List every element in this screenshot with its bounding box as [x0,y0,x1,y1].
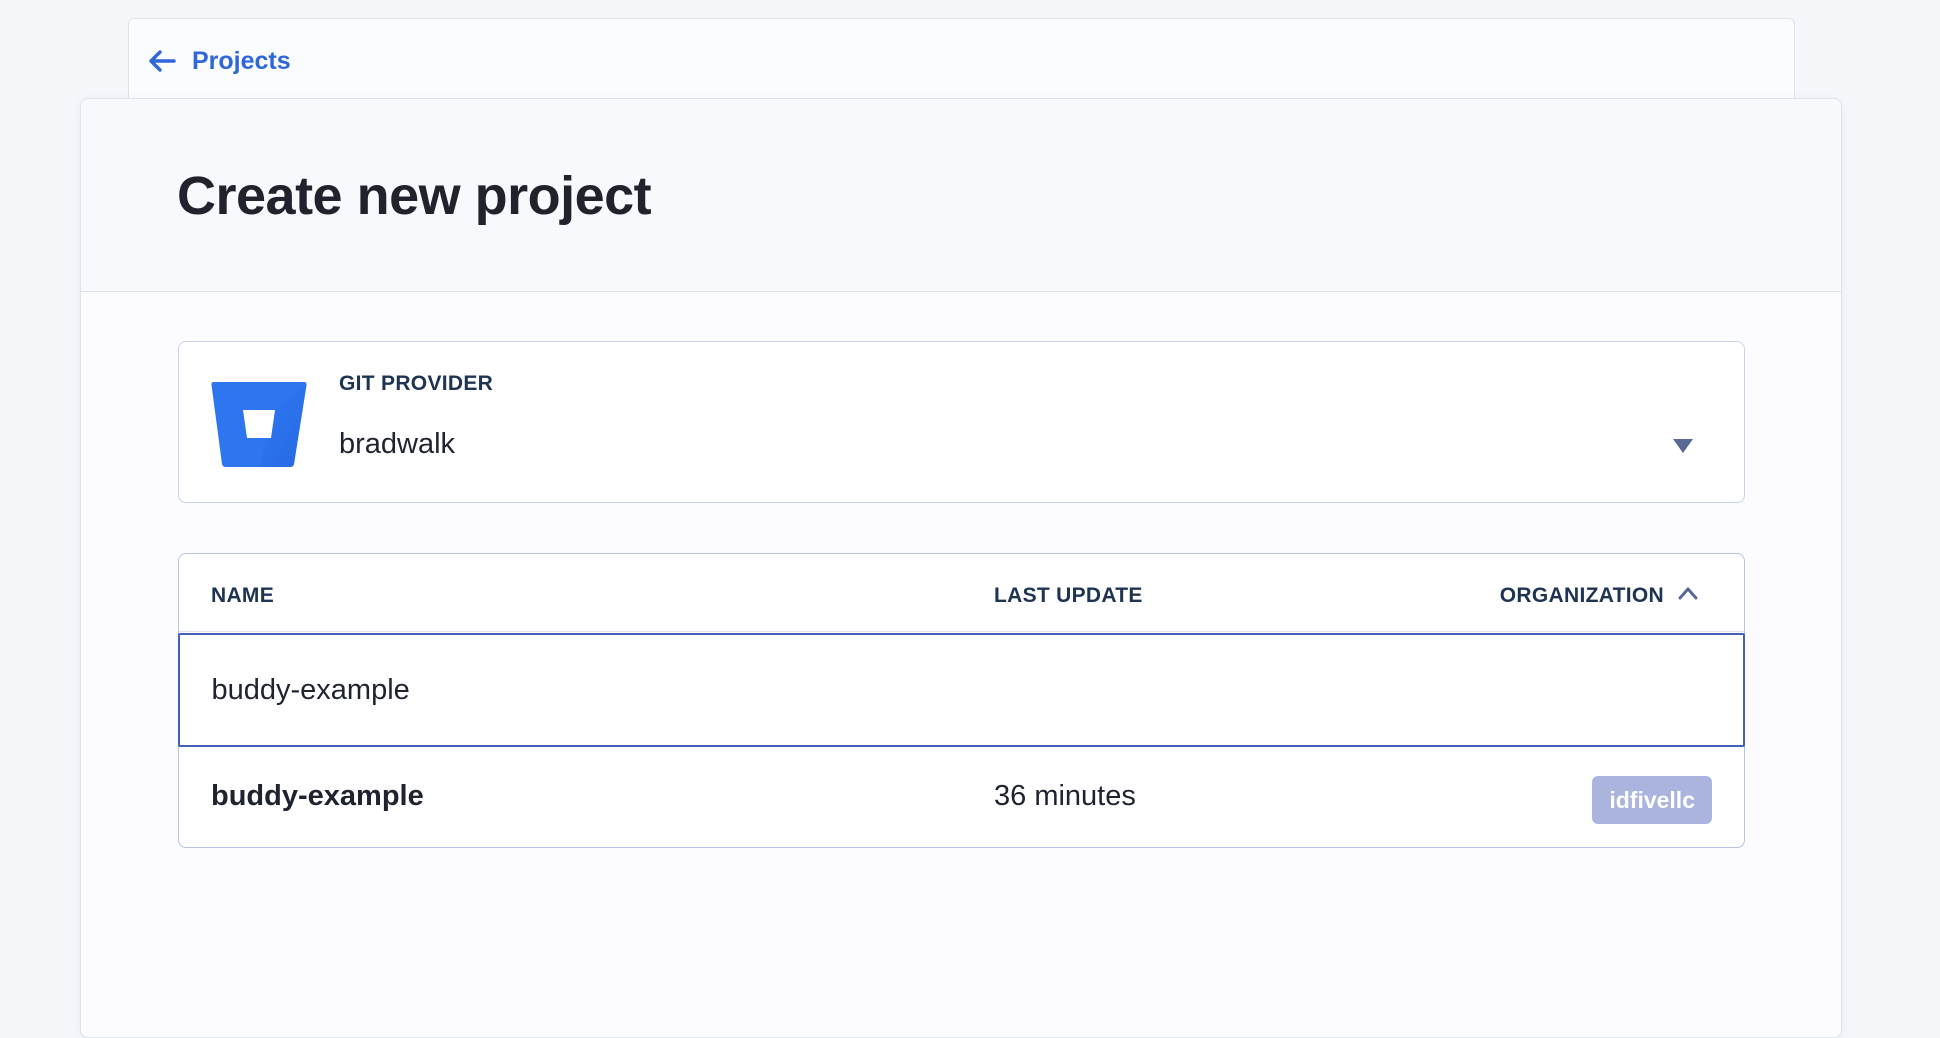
organization-badge: idfivellc [1592,776,1712,824]
column-header-organization[interactable]: ORGANIZATION [1500,584,1664,608]
caret-down-icon[interactable] [1672,438,1694,459]
chevron-up-icon[interactable] [1678,586,1698,605]
back-to-projects-link[interactable]: Projects [148,44,291,78]
repo-last-update: 36 minutes [994,780,1136,812]
create-project-card: Create new project GIT PROVIDER bradwalk [80,98,1842,1038]
git-provider-select[interactable]: GIT PROVIDER bradwalk [178,341,1745,503]
column-header-last-update[interactable]: LAST UPDATE [994,584,1143,608]
arrow-left-icon [148,50,176,72]
card-header: Create new project [81,99,1841,292]
column-header-name[interactable]: NAME [211,584,274,608]
repo-name: buddy-example [211,780,424,812]
git-provider-value: bradwalk [339,428,456,460]
bitbucket-icon [210,380,308,473]
page-title: Create new project [177,166,652,226]
git-provider-label: GIT PROVIDER [339,372,494,395]
back-link-label: Projects [192,46,291,75]
repository-table: NAME LAST UPDATE ORGANIZATION buddy-exam… [177,553,1745,848]
repository-search-input[interactable] [177,633,1745,747]
table-header: NAME LAST UPDATE ORGANIZATION [179,554,1744,632]
table-row[interactable]: buddy-example 36 minutes idfivellc [179,750,1744,847]
